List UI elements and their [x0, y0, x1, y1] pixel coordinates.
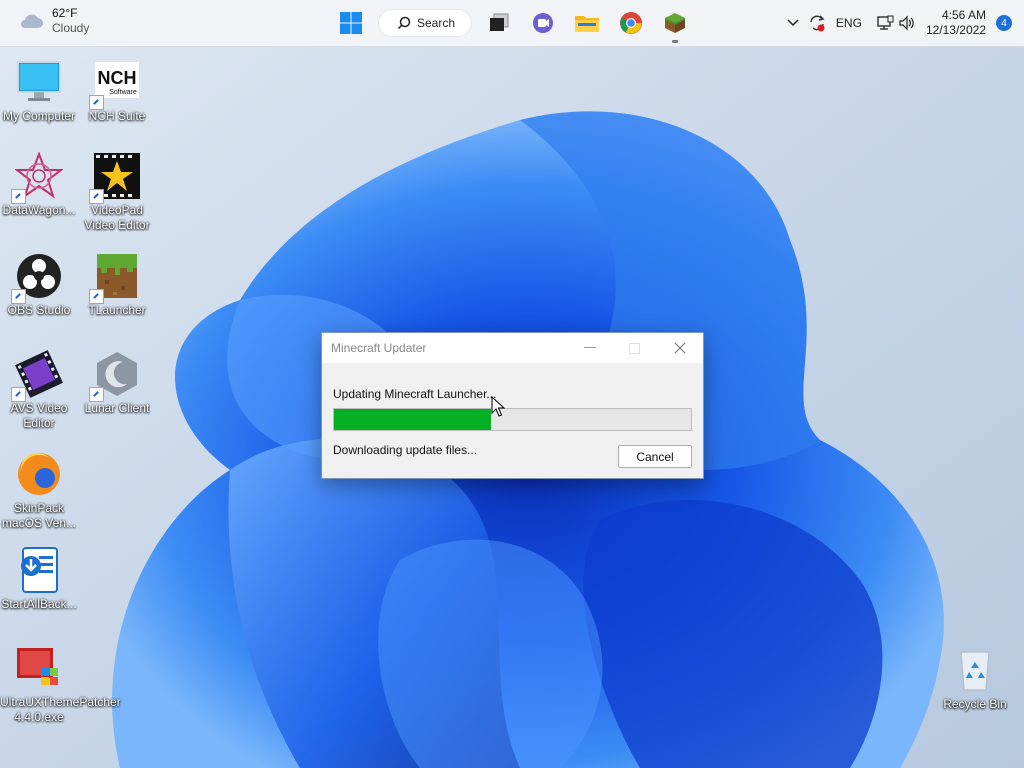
shortcut-arrow-icon — [89, 289, 104, 304]
chevron-down-icon — [787, 19, 799, 27]
svg-text:NCH: NCH — [98, 68, 137, 88]
update-status-text: Updating Minecraft Launcher... — [333, 387, 497, 401]
taskbar-search-button[interactable]: Search — [378, 9, 472, 37]
recycle-bin-icon — [951, 646, 999, 694]
taskbar-apps: Search — [334, 6, 692, 43]
taskbar: 62°F Cloudy Search ENG 4:56 AM 12/13/202… — [0, 0, 1024, 47]
dialog-title: Minecraft Updater — [331, 341, 427, 355]
minecraft-updater-dialog: Minecraft Updater Updating Minecraft Lau… — [321, 332, 704, 479]
volume-button[interactable] — [896, 8, 918, 38]
active-indicator — [672, 40, 678, 43]
desktop-icon-startallback[interactable]: StartAllBack... — [0, 546, 78, 612]
desktop-icon-label: TLauncher — [88, 303, 146, 317]
cloud-icon — [21, 14, 43, 28]
moon-icon — [89, 350, 141, 402]
desktop-icon-label: Lunar Client — [84, 401, 150, 415]
minimize-button[interactable] — [567, 333, 612, 363]
task-view-icon — [490, 13, 509, 31]
desktop-icon-ultrauxthemepatcher[interactable]: UltraUXThemePatcher 4.4.0.exe — [0, 644, 121, 725]
grass-block-icon — [89, 252, 141, 304]
task-view-button[interactable] — [482, 6, 516, 40]
show-hidden-icons-button[interactable] — [782, 8, 804, 38]
maximize-icon — [629, 342, 640, 354]
desktop-icon-label: StartAllBack... — [1, 597, 77, 611]
shortcut-arrow-icon — [11, 289, 26, 304]
installer-icon — [15, 644, 63, 692]
sync-icon — [810, 15, 825, 32]
minecraft-launcher-button[interactable] — [658, 6, 692, 43]
desktop-icon-nch-suite[interactable]: NCH Software NCH Suite — [78, 58, 156, 124]
sync-status-button[interactable] — [804, 8, 830, 38]
folder-icon — [575, 16, 599, 32]
teams-chat-button[interactable] — [526, 6, 560, 40]
close-icon — [674, 342, 685, 354]
windows-logo-icon — [340, 12, 362, 34]
download-progress-bar — [333, 408, 692, 431]
shortcut-arrow-icon — [11, 189, 26, 204]
svg-text:Software: Software — [109, 89, 137, 96]
mouse-cursor-icon — [491, 396, 505, 417]
film-star-icon — [89, 152, 141, 204]
desktop-icon-label: NCH Suite — [88, 109, 146, 123]
weather-temperature: 62°F — [52, 6, 78, 20]
desktop-icon-obs-studio[interactable]: OBS Studio — [0, 252, 78, 318]
clock-button[interactable]: 4:56 AM 12/13/2022 — [926, 8, 986, 38]
chrome-button[interactable] — [614, 6, 648, 40]
desktop-icon-label: Recycle Bin — [943, 697, 1007, 711]
desktop-icon-label: AVS Video Editor — [10, 401, 68, 430]
download-panel-icon — [15, 546, 63, 594]
monitor-icon — [15, 58, 63, 106]
obs-icon — [11, 252, 63, 304]
update-substatus-text: Downloading update files... — [333, 443, 478, 457]
search-label: Search — [417, 16, 456, 30]
shortcut-arrow-icon — [89, 189, 104, 204]
progress-fill — [334, 409, 492, 430]
network-icon — [877, 15, 894, 30]
clock-date: 12/13/2022 — [925, 23, 986, 37]
desktop-icon-skinpack[interactable]: SkinPack macOS Ven... — [0, 450, 78, 531]
start-button[interactable] — [334, 6, 368, 40]
search-icon — [397, 16, 411, 30]
shortcut-arrow-icon — [11, 387, 26, 402]
chat-icon — [533, 13, 553, 33]
film-strip-icon — [11, 350, 63, 402]
desktop-icon-my-computer[interactable]: My Computer — [0, 58, 78, 124]
desktop-icon-label: DataWagon... — [2, 203, 76, 217]
maximize-button — [612, 333, 657, 363]
desktop-icon-label: OBS Studio — [7, 303, 71, 317]
desktop-icon-label: My Computer — [2, 109, 76, 123]
file-explorer-button[interactable] — [570, 6, 604, 40]
grass-block-icon — [665, 13, 685, 33]
system-tray: ENG 4:56 AM 12/13/2022 4 — [782, 0, 1024, 46]
desktop-icon-label: VideoPad Video Editor — [84, 203, 150, 232]
weather-condition: Cloudy — [52, 21, 90, 35]
chrome-icon — [620, 12, 642, 34]
network-button[interactable] — [874, 8, 896, 38]
language-indicator[interactable]: ENG — [836, 16, 862, 30]
star-network-icon — [11, 151, 64, 204]
weather-widget[interactable]: 62°F Cloudy — [18, 6, 89, 36]
desktop-icon-avs-video-editor[interactable]: AVS Video Editor — [0, 350, 78, 431]
minimize-icon — [583, 347, 596, 348]
desktop-icon-datawagon[interactable]: DataWagon... — [0, 151, 78, 218]
desktop-icon-videopad[interactable]: VideoPad Video Editor — [78, 152, 156, 233]
shortcut-arrow-icon — [89, 387, 104, 402]
dialog-titlebar[interactable]: Minecraft Updater — [322, 333, 703, 363]
notification-badge[interactable]: 4 — [996, 15, 1012, 31]
shortcut-arrow-icon — [89, 95, 104, 110]
clock-time: 4:56 AM — [941, 8, 986, 22]
skinpack-icon — [15, 450, 63, 498]
desktop-icon-recycle-bin[interactable]: Recycle Bin — [936, 646, 1014, 712]
desktop-icon-label: UltraUXThemePatcher 4.4.0.exe — [0, 695, 121, 724]
speaker-icon — [899, 15, 914, 31]
desktop-icon-tlauncher[interactable]: TLauncher — [78, 252, 156, 318]
close-button[interactable] — [657, 333, 702, 363]
cancel-button[interactable]: Cancel — [618, 445, 692, 468]
desktop-icon-label: SkinPack macOS Ven... — [1, 501, 77, 530]
desktop-icon-lunar-client[interactable]: Lunar Client — [78, 350, 156, 416]
nch-logo-icon: NCH Software — [89, 58, 141, 110]
